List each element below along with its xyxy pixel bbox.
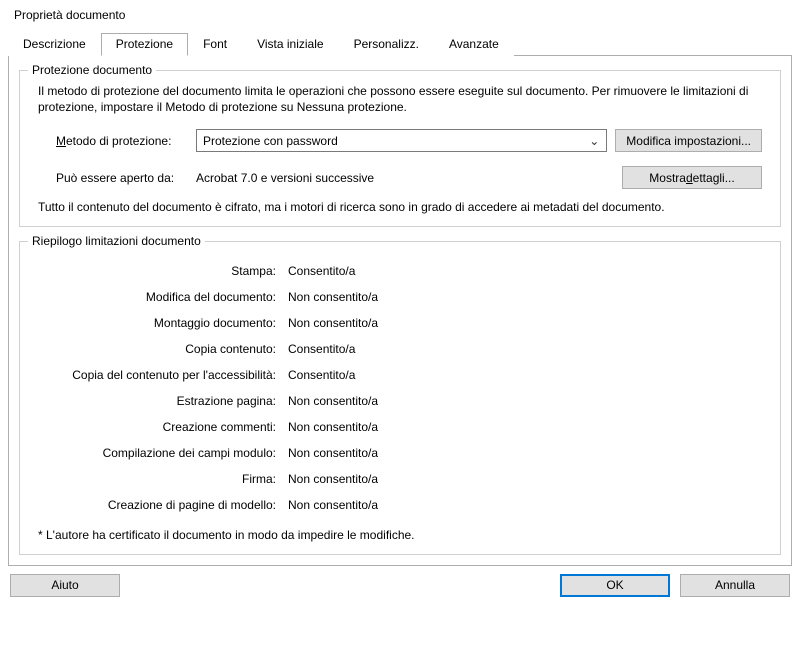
tab-strip: Descrizione Protezione Font Vista inizia… [8,32,792,55]
limit-label: Montaggio documento: [32,316,284,330]
help-button[interactable]: Aiuto [10,574,120,597]
limit-row: Copia contenuto:Consentito/a [32,336,768,362]
limit-label: Copia del contenuto per l'accessibilità: [32,368,284,382]
limits-list: Stampa:Consentito/aModifica del document… [32,254,768,518]
tab-font[interactable]: Font [188,33,242,56]
openable-by-value: Acrobat 7.0 e versioni successive [196,171,614,185]
limit-row: Copia del contenuto per l'accessibilità:… [32,362,768,388]
tab-content: Protezione documento Il metodo di protez… [8,55,792,566]
limit-row: Estrazione pagina:Non consentito/a [32,388,768,414]
openable-by-label: Può essere aperto da: [38,171,188,185]
dialog-footer: Aiuto OK Annulla [8,566,792,599]
method-select[interactable]: Protezione con password ⌄ [196,129,607,152]
limit-value: Non consentito/a [284,316,378,330]
group-legend-limitazioni: Riepilogo limitazioni documento [28,234,205,248]
limit-label: Creazione di pagine di modello: [32,498,284,512]
limit-value: Non consentito/a [284,446,378,460]
certification-note: * L'autore ha certificato il documento i… [32,518,768,544]
tab-avanzate[interactable]: Avanzate [434,33,514,56]
limit-label: Estrazione pagina: [32,394,284,408]
window-title: Proprietà documento [8,0,792,32]
encryption-note: Tutto il contenuto del documento è cifra… [32,191,768,215]
group-legend-protezione: Protezione documento [28,63,156,77]
limit-label: Compilazione dei campi modulo: [32,446,284,460]
limit-row: Firma:Non consentito/a [32,466,768,492]
limit-label: Creazione commenti: [32,420,284,434]
limit-value: Consentito/a [284,264,355,278]
limit-row: Creazione commenti:Non consentito/a [32,414,768,440]
chevron-down-icon: ⌄ [586,134,602,148]
tab-protezione[interactable]: Protezione [101,33,188,56]
tab-vista-iniziale[interactable]: Vista iniziale [242,33,338,56]
modify-settings-button[interactable]: Modifica impostazioni... [615,129,762,152]
limit-row: Stampa:Consentito/a [32,258,768,284]
show-details-button[interactable]: Mostra dettagli... [622,166,762,189]
limit-row: Creazione di pagine di modello:Non conse… [32,492,768,518]
limit-value: Non consentito/a [284,290,378,304]
limit-row: Montaggio documento:Non consentito/a [32,310,768,336]
limit-label: Copia contenuto: [32,342,284,356]
limit-value: Non consentito/a [284,420,378,434]
method-label: Metodo di protezione: [38,134,188,148]
tab-descrizione[interactable]: Descrizione [8,33,101,56]
group-limitazioni: Riepilogo limitazioni documento Stampa:C… [19,241,781,555]
cancel-button[interactable]: Annulla [680,574,790,597]
limit-value: Consentito/a [284,368,355,382]
limit-row: Modifica del documento:Non consentito/a [32,284,768,310]
ok-button[interactable]: OK [560,574,670,597]
limit-value: Consentito/a [284,342,355,356]
limit-row: Compilazione dei campi modulo:Non consen… [32,440,768,466]
limit-value: Non consentito/a [284,498,378,512]
limit-label: Stampa: [32,264,284,278]
protection-description: Il metodo di protezione del documento li… [32,83,768,127]
limit-label: Firma: [32,472,284,486]
tab-personalizz[interactable]: Personalizz. [339,33,434,56]
limit-value: Non consentito/a [284,472,378,486]
group-protezione-documento: Protezione documento Il metodo di protez… [19,70,781,227]
limit-label: Modifica del documento: [32,290,284,304]
limit-value: Non consentito/a [284,394,378,408]
method-select-value: Protezione con password [203,134,338,148]
